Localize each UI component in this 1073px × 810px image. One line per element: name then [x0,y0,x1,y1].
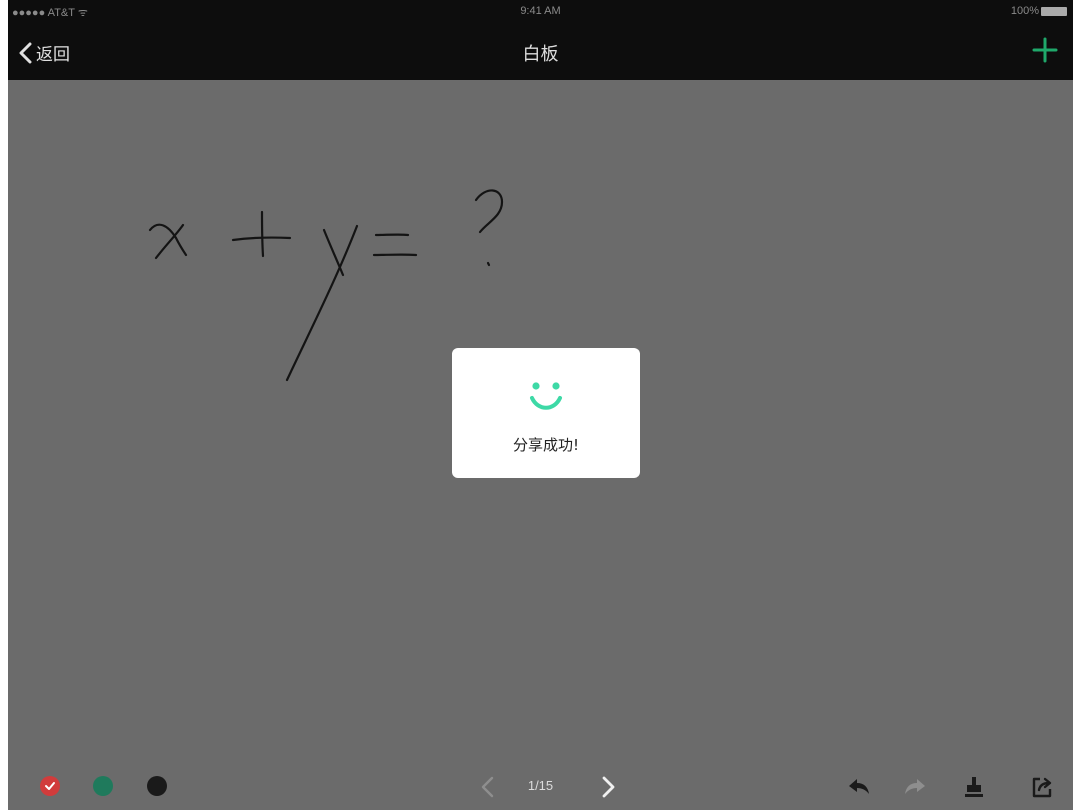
smiley-icon [530,382,562,410]
bottom-toolbar: 1/15 [8,750,1073,810]
share-icon[interactable] [1029,774,1055,800]
battery-indicator: 100% [1011,5,1067,17]
toast-message: 分享成功! [512,436,579,454]
status-bar: ●●●●● AT&T ᯤ 9:41 AM 100% [8,0,1073,22]
share-success-toast: 分享成功! [452,348,640,478]
battery-percent: 100% [1010,5,1039,17]
eraser-icon[interactable] [960,774,986,800]
navigation-bar: 返回 白板 [8,22,1073,80]
chevron-right-icon[interactable] [595,774,621,800]
page-title: 白板 [522,44,559,65]
status-time: 9:41 AM [520,5,561,17]
redo-icon[interactable] [902,774,928,800]
undo-icon[interactable] [846,774,872,800]
app-frame: ●●●●● AT&T ᯤ 9:41 AM 100% 返回 白板 分享成功! 1/… [8,0,1073,810]
battery-icon [1041,6,1067,16]
plus-icon[interactable] [1031,36,1059,64]
